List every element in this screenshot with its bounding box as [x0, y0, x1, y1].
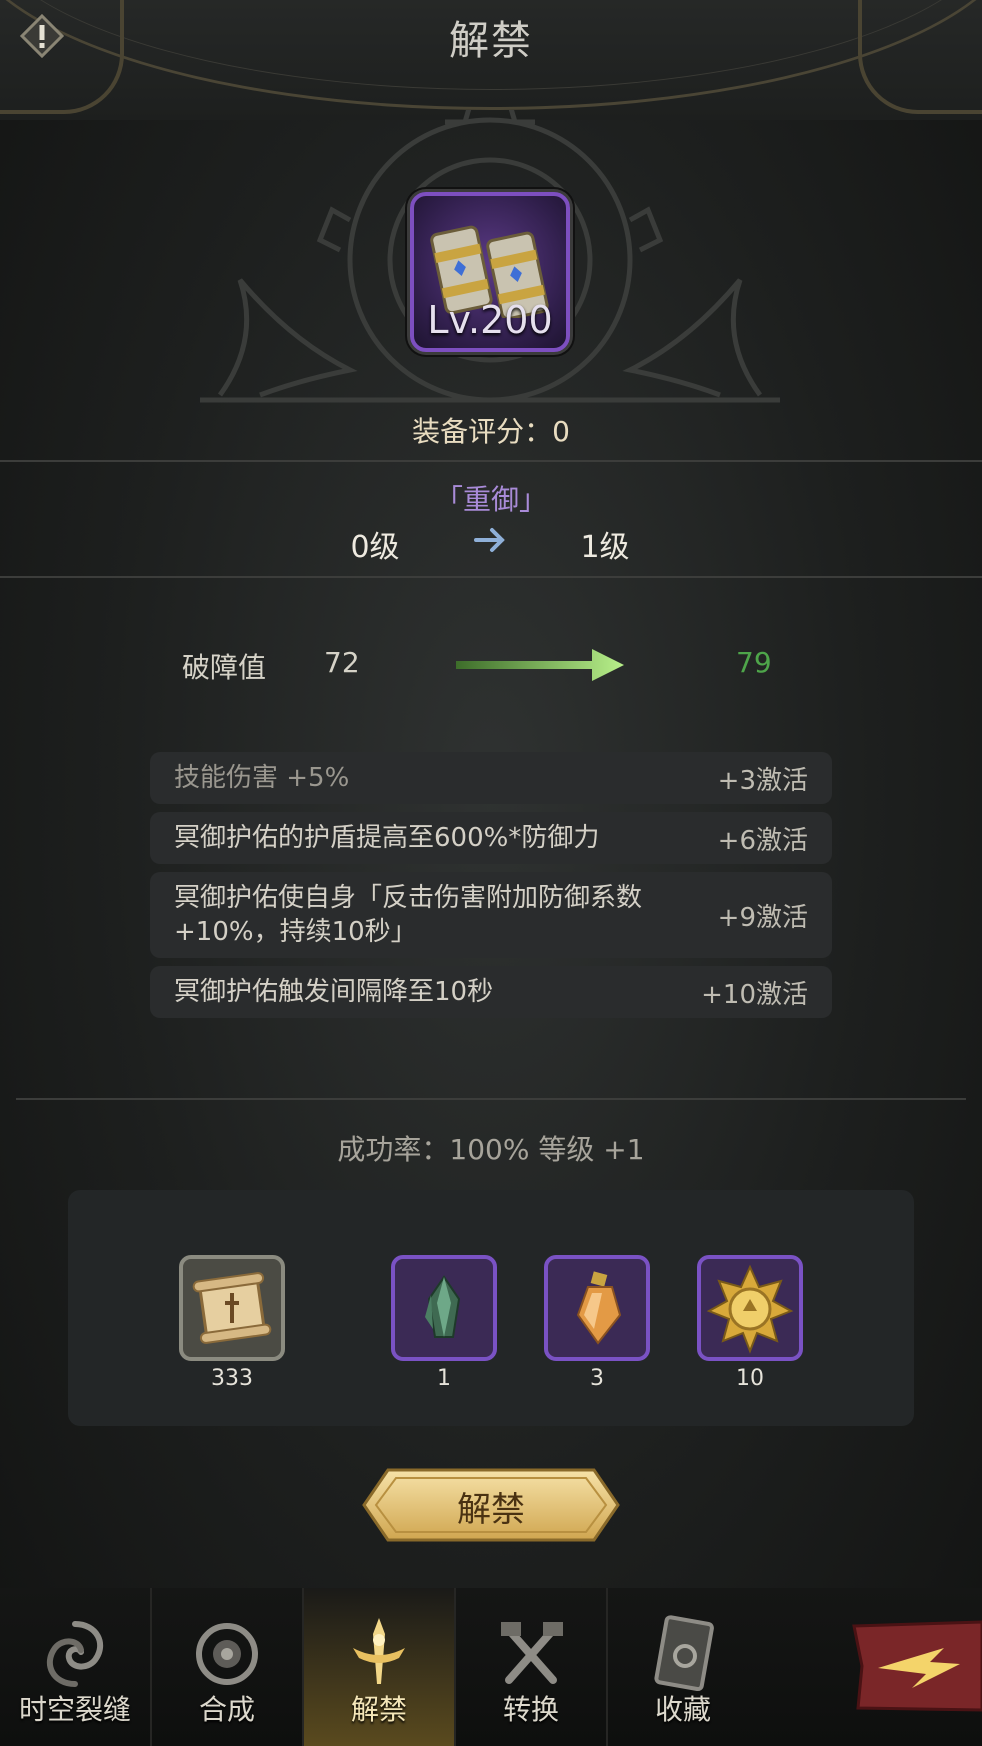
material-slot-scroll[interactable]: [179, 1255, 285, 1361]
divider: [16, 1098, 966, 1100]
stat-label: 破障值: [182, 651, 267, 684]
divider: [0, 576, 982, 578]
material-slot-crystal[interactable]: [391, 1255, 497, 1361]
bonus-row: 冥御护佑触发间隔降至10秒 +10激活: [150, 966, 832, 1018]
material-slot-medal[interactable]: [697, 1255, 803, 1361]
stat-new-value: 79: [736, 646, 772, 679]
potion-icon: [576, 1271, 622, 1345]
tab-rift[interactable]: 时空裂缝: [0, 1588, 150, 1746]
bonus-row: 冥御护佑的护盾提高至600%*防御力 +6激活: [150, 812, 832, 864]
sword-icon: [353, 1618, 405, 1684]
level-from: 0级: [350, 530, 400, 565]
tab-label: 收藏: [654, 1693, 711, 1726]
green-arrow-icon: [456, 649, 624, 681]
tab-label: 转换: [502, 1693, 559, 1726]
tab-label: 解禁: [350, 1693, 407, 1726]
skill-name: 「重御」: [434, 483, 547, 516]
stat-old-value: 72: [324, 646, 360, 679]
arrow-right-icon: [474, 528, 505, 552]
tab-collection[interactable]: 收藏: [608, 1588, 758, 1746]
orb-icon: [196, 1623, 258, 1685]
item-level: Lv.200: [427, 298, 553, 342]
bonus-row: 技能伤害 +5% +3激活: [150, 752, 832, 804]
unseal-button-label: 解禁: [457, 1490, 525, 1530]
material-count: 1: [437, 1366, 451, 1391]
material-count: 3: [590, 1366, 604, 1391]
scroll-icon: [192, 1272, 272, 1344]
bonus-text: 技能伤害 +5%: [174, 763, 350, 793]
bonus-text: 冥御护佑的护盾提高至600%*防御力: [174, 823, 600, 853]
tab-label: 时空裂缝: [18, 1693, 131, 1726]
material-count: 333: [211, 1366, 253, 1391]
bonus-activate: +6激活: [717, 825, 808, 856]
tab-unseal[interactable]: 解禁: [304, 1588, 454, 1746]
tools-icon: [501, 1622, 563, 1684]
bonus-activate: +9激活: [717, 902, 808, 933]
vortex-icon: [46, 1621, 104, 1687]
success-rate: 成功率：100% 等级 +1: [337, 1133, 645, 1166]
bonus-text: 冥御护佑触发间隔降至10秒: [174, 977, 494, 1007]
crystal-icon: [425, 1275, 461, 1338]
tab-label: 合成: [198, 1693, 255, 1726]
bonus-text: 冥御护佑使自身「反击伤害附加防御系数+10%，持续10秒」: [174, 883, 643, 947]
tab-synthesis[interactable]: 合成: [152, 1588, 302, 1746]
material-slot-potion[interactable]: [544, 1255, 650, 1361]
card-icon: [654, 1615, 714, 1692]
page-title: 解禁: [449, 18, 533, 64]
next-button[interactable]: [848, 1618, 982, 1714]
equipment-score: 装备评分：0: [412, 415, 570, 448]
level-to: 1级: [580, 530, 630, 565]
bonus-row: 冥御护佑使自身「反击伤害附加防御系数+10%，持续10秒」 +9激活: [150, 872, 832, 958]
bonus-activate: +3激活: [717, 765, 808, 796]
divider: [0, 460, 982, 462]
material-count: 10: [736, 1366, 764, 1391]
medal-icon: [706, 1264, 794, 1354]
tab-convert[interactable]: 转换: [456, 1588, 606, 1746]
bonus-activate: +10激活: [701, 979, 808, 1010]
